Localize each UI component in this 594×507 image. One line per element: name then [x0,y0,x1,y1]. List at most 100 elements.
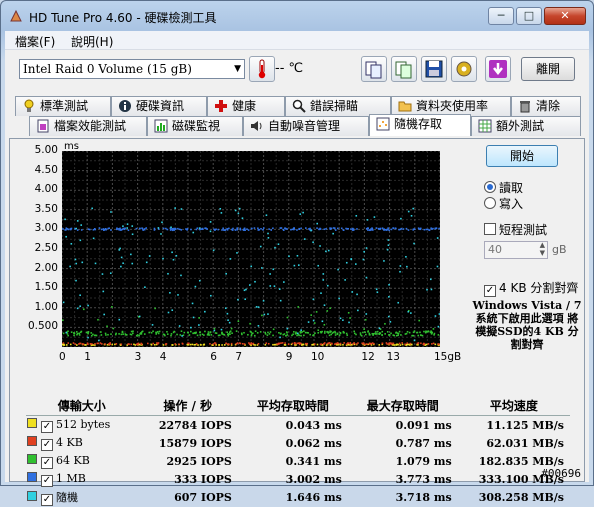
data-point [410,214,413,217]
thermometer-button[interactable] [249,56,275,82]
data-point [198,227,201,229]
data-point [249,330,252,333]
data-point [413,242,415,245]
app-icon [10,9,22,22]
menu-help[interactable]: 說明(H) [71,33,113,50]
data-point [81,261,84,264]
transfer-size-cell[interactable]: ✓ 隨機 [26,488,138,507]
tab-extra-tests[interactable]: 額外測試 [471,116,581,136]
y-tick-label: 2.00 [34,261,58,274]
transfer-size-cell[interactable]: ✓ 4 KB [26,434,138,452]
data-point [180,229,183,231]
check-icon[interactable]: ✓ [41,438,53,451]
data-point [239,228,242,231]
ops-cell: 22784 IOPS [158,418,232,432]
tab-erase[interactable]: 清除 [511,96,581,116]
data-point [69,343,72,346]
data-point [436,265,439,268]
start-button[interactable]: 開始 [486,145,558,167]
transfer-size-cell[interactable]: ✓ 64 KB [26,452,138,470]
data-point [422,343,425,346]
tab-random-access[interactable]: 隨機存取 [369,114,471,136]
data-point [319,245,321,247]
write-radio[interactable]: 寫入 [484,195,523,212]
exit-button[interactable]: 離開 [521,57,575,81]
results-header: 傳輸大小 操作 / 秒 平均存取時間 最大存取時間 平均速度 [26,395,570,416]
data-point [150,343,153,346]
ops-cell: 15879 IOPS [158,436,232,450]
tab-benchmark[interactable]: 標準測試 [15,96,111,116]
data-point [416,342,419,345]
tab-aam[interactable]: 自動噪音管理 [243,116,369,136]
data-point [285,334,287,337]
tab-health[interactable]: 健康 [207,96,285,116]
data-point [237,320,240,322]
tab-error-scan[interactable]: 錯誤掃瞄 [285,96,391,116]
transfer-size-cell[interactable]: ✓ 512 bytes [26,416,138,435]
options-button[interactable] [451,56,477,82]
data-point [352,343,354,345]
data-point [334,229,337,231]
data-point [78,332,81,335]
data-point [199,343,202,346]
data-point [269,331,272,333]
tab-folder-usage[interactable]: 資料夾使用率 [391,96,511,116]
tab-info[interactable]: 硬碟資訊 [111,96,207,116]
data-point [221,331,223,334]
data-point [111,343,114,346]
size-spinner[interactable]: 40 ▲ ▼ [484,241,548,259]
tab-file-benchmark[interactable]: 檔案效能測試 [29,116,147,136]
save-button[interactable] [421,56,447,82]
data-point [367,330,370,332]
transfer-size-cell[interactable]: ✓ 1 MB [26,470,138,488]
menu-file[interactable]: 檔案(F) [15,33,55,50]
check-icon[interactable]: ✓ [41,494,53,506]
download-button[interactable] [485,56,511,82]
check-icon[interactable]: ✓ [41,474,53,487]
copy-text-button[interactable] [361,56,387,82]
data-point [317,264,320,267]
data-point [139,227,141,230]
series-color-swatch [27,417,37,428]
data-point [87,304,89,307]
drive-select[interactable]: Intel Raid 0 Volume (15 gB) ▼ [19,59,245,79]
data-point [223,344,226,346]
data-point [357,342,359,344]
data-point [423,330,425,333]
data-point [210,294,212,297]
data-point [290,228,292,231]
data-point [345,227,347,230]
data-point [319,343,322,346]
data-point [307,321,310,323]
maximize-button[interactable]: □ [516,7,542,25]
data-point [256,332,259,334]
data-point [303,330,305,332]
data-point [72,342,75,344]
transfer-size-label: 4 KB [56,435,83,449]
data-point [78,343,80,345]
data-point [347,228,350,230]
minimize-button[interactable]: ─ [488,7,514,25]
data-point [332,232,334,235]
tab-disk-monitor[interactable]: 磁碟監視 [147,116,243,136]
data-point [325,228,327,230]
check-icon[interactable]: ✓ [41,420,53,433]
data-point [242,229,245,231]
data-point [296,229,298,231]
data-point [153,229,156,231]
data-point [317,332,320,334]
data-point [132,330,134,333]
copy-screenshot-button[interactable] [391,56,417,82]
y-tick-label: 4.00 [34,183,58,196]
read-radio[interactable]: 讀取 [484,179,523,196]
data-point [243,331,245,334]
data-point [91,343,93,345]
data-point [87,332,89,335]
align-checkbox[interactable]: ✓ 4 KB 分割對齊 [484,279,578,297]
data-point [279,299,282,302]
data-point [131,225,134,227]
check-icon[interactable]: ✓ [41,456,53,469]
close-button[interactable]: ✕ [544,7,586,25]
short-test-checkbox[interactable]: 短程測試 [484,221,547,238]
data-point [337,227,339,230]
